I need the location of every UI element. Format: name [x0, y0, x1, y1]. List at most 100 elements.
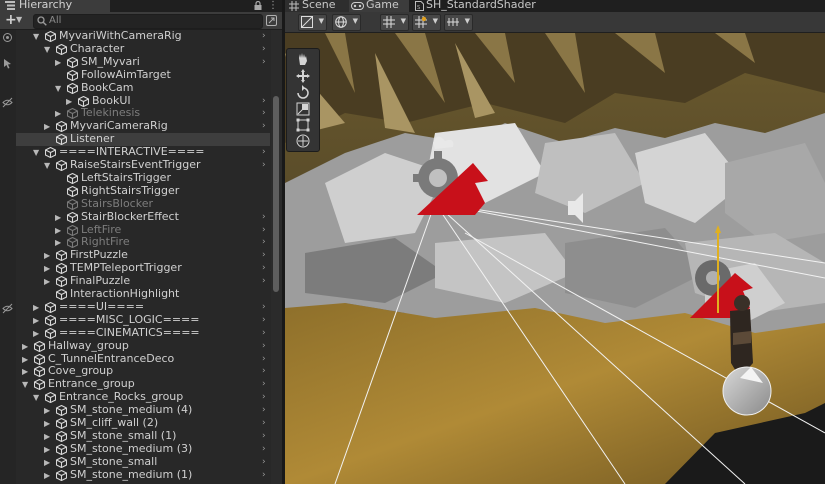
hierarchy-row[interactable]: ▶ StairBlockerEffect ›	[16, 209, 270, 224]
chevron-right-icon[interactable]: ›	[262, 159, 266, 172]
chevron-right-icon[interactable]: ›	[262, 353, 266, 366]
foldout-expanded-icon[interactable]: ▼	[33, 146, 39, 159]
hierarchy-row[interactable]: ▼ MyvariWithCameraRig ›	[16, 29, 270, 43]
chevron-right-icon[interactable]: ›	[262, 417, 266, 430]
scrollbar-thumb[interactable]	[273, 96, 279, 292]
foldout-collapsed-icon[interactable]: ▶	[33, 327, 39, 340]
chevron-right-icon[interactable]: ›	[262, 249, 266, 262]
foldout-collapsed-icon[interactable]: ▶	[44, 443, 50, 456]
hierarchy-row[interactable]: ▶ RightFire ›	[16, 235, 270, 249]
tab-shader[interactable]: S SH_StandardShader	[411, 0, 561, 12]
hand-tool-icon[interactable]	[291, 51, 315, 67]
foldout-collapsed-icon[interactable]: ▶	[55, 224, 61, 237]
foldout-expanded-icon[interactable]: ▼	[44, 43, 50, 56]
chevron-right-icon[interactable]: ›	[262, 107, 266, 120]
increment-snap-dropdown[interactable]: ▼	[444, 14, 473, 31]
hierarchy-row[interactable]: ▼ BookCam	[16, 81, 270, 95]
hidden-eye-icon[interactable]	[2, 303, 13, 314]
plus-icon[interactable]: +	[5, 12, 17, 28]
chevron-right-icon[interactable]: ›	[262, 56, 266, 69]
foldout-collapsed-icon[interactable]: ▶	[55, 56, 61, 69]
chevron-right-icon[interactable]: ›	[262, 314, 266, 327]
foldout-expanded-icon[interactable]: ▼	[44, 159, 50, 172]
chevron-right-icon[interactable]: ›	[262, 236, 266, 249]
chevron-right-icon[interactable]: ›	[262, 443, 266, 456]
gameobject-cube-icon	[56, 430, 67, 442]
foldout-expanded-icon[interactable]: ▼	[22, 378, 28, 391]
foldout-collapsed-icon[interactable]: ▶	[44, 275, 50, 288]
foldout-collapsed-icon[interactable]: ▶	[22, 353, 28, 366]
chevron-right-icon[interactable]: ›	[262, 378, 266, 391]
foldout-collapsed-icon[interactable]: ▶	[55, 107, 61, 120]
draw-mode-dropdown[interactable]: ▼	[298, 14, 327, 31]
foldout-collapsed-icon[interactable]: ▶	[33, 301, 39, 314]
chevron-right-icon[interactable]: ›	[262, 95, 266, 108]
transform-tool-icon[interactable]	[291, 133, 315, 149]
chevron-right-icon[interactable]: ›	[262, 456, 266, 469]
rotate-tool-icon[interactable]	[291, 85, 315, 101]
chevron-right-icon[interactable]: ›	[262, 469, 266, 482]
chevron-right-icon[interactable]: ›	[262, 120, 266, 133]
search-field[interactable]	[33, 14, 263, 29]
hierarchy-scrollbar[interactable]	[271, 30, 282, 484]
hierarchy-row[interactable]: ▶ SM_stone_medium (1) ›	[16, 468, 270, 482]
hierarchy-row[interactable]: FollowAimTarget	[16, 68, 270, 82]
foldout-expanded-icon[interactable]: ▼	[33, 391, 39, 404]
foldout-collapsed-icon[interactable]: ▶	[44, 469, 50, 482]
hierarchy-row[interactable]: ▶ TEMPTeleportTrigger ›	[16, 261, 270, 275]
foldout-collapsed-icon[interactable]: ▶	[22, 365, 28, 378]
chevron-right-icon[interactable]: ›	[262, 275, 266, 288]
scene-visibility-icon[interactable]	[2, 32, 13, 43]
scene-viewport[interactable]	[285, 33, 825, 484]
lock-icon[interactable]	[254, 1, 262, 10]
settings-icon[interactable]	[266, 15, 277, 26]
chevron-right-icon[interactable]: ›	[262, 327, 266, 340]
grid-toggle[interactable]: ▼	[380, 14, 409, 31]
render-dropdown[interactable]: ▼	[332, 14, 361, 31]
foldout-expanded-icon[interactable]: ▼	[55, 82, 61, 95]
chevron-right-icon[interactable]: ›	[262, 211, 266, 224]
foldout-collapsed-icon[interactable]: ▶	[44, 404, 50, 417]
foldout-collapsed-icon[interactable]: ▶	[44, 249, 50, 262]
chevron-right-icon[interactable]: ›	[262, 404, 266, 417]
hierarchy-row[interactable]: ▶ BookUI ›	[16, 94, 270, 108]
hidden-eye-icon[interactable]	[2, 97, 13, 108]
foldout-collapsed-icon[interactable]: ▶	[22, 340, 28, 353]
chevron-right-icon[interactable]: ›	[262, 365, 266, 378]
search-input[interactable]	[49, 14, 249, 27]
chevron-right-icon[interactable]: ›	[262, 430, 266, 443]
kebab-menu-icon[interactable]: ⋮	[268, 0, 278, 11]
foldout-collapsed-icon[interactable]: ▶	[44, 430, 50, 443]
foldout-collapsed-icon[interactable]: ▶	[55, 211, 61, 224]
chevron-right-icon[interactable]: ›	[262, 262, 266, 275]
foldout-collapsed-icon[interactable]: ▶	[33, 314, 39, 327]
gizmo-toggle[interactable]: ▼	[412, 14, 441, 31]
foldout-collapsed-icon[interactable]: ▶	[44, 456, 50, 469]
rect-tool-icon[interactable]	[291, 117, 315, 133]
hierarchy-row[interactable]: ▼ Character ›	[16, 42, 270, 56]
foldout-expanded-icon[interactable]: ▼	[33, 30, 39, 43]
foldout-collapsed-icon[interactable]: ▶	[55, 236, 61, 249]
foldout-collapsed-icon[interactable]: ▶	[44, 417, 50, 430]
chevron-down-icon[interactable]: ▼	[16, 15, 22, 24]
chevron-right-icon[interactable]: ›	[262, 43, 266, 56]
chevron-right-icon[interactable]: ›	[262, 340, 266, 353]
tab-scene[interactable]: Scene	[285, 0, 351, 12]
foldout-collapsed-icon[interactable]: ▶	[44, 262, 50, 275]
hierarchy-tab[interactable]: Hierarchy	[0, 0, 110, 12]
chevron-right-icon[interactable]: ›	[262, 30, 266, 43]
pickable-icon[interactable]	[2, 58, 13, 69]
tab-game[interactable]: Game	[349, 0, 409, 12]
hierarchy-row-label: StairBlockerEffect	[81, 209, 179, 223]
chevron-right-icon[interactable]: ›	[262, 391, 266, 404]
gameobject-cube-icon	[34, 340, 45, 352]
chevron-right-icon[interactable]: ›	[262, 301, 266, 314]
move-tool-icon[interactable]	[291, 68, 315, 84]
hierarchy-row[interactable]: ▶ LeftFire ›	[16, 223, 270, 237]
hierarchy-row[interactable]: ▶ MyvariCameraRig ›	[16, 119, 270, 133]
chevron-right-icon[interactable]: ›	[262, 146, 266, 159]
foldout-collapsed-icon[interactable]: ▶	[44, 120, 50, 133]
chevron-right-icon[interactable]: ›	[262, 224, 266, 237]
scale-tool-icon[interactable]	[291, 101, 315, 117]
foldout-collapsed-icon[interactable]: ▶	[66, 95, 72, 108]
